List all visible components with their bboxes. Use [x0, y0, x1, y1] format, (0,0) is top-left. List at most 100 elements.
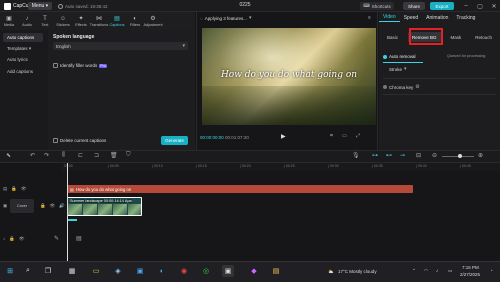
- split-right-icon[interactable]: ⊐: [94, 152, 99, 159]
- menu-button[interactable]: Menu ▾: [28, 2, 52, 10]
- generate-button[interactable]: Generate: [161, 136, 188, 145]
- project-title[interactable]: 0225: [225, 2, 265, 10]
- stroke-option[interactable]: Stroke ▾: [389, 66, 407, 72]
- search-icon[interactable]: ⌕: [22, 265, 34, 277]
- filler-words-checkbox[interactable]: Identify filler words Pro: [53, 63, 107, 68]
- tool-filters[interactable]: ◐ Filters: [126, 12, 144, 30]
- timeline-ruler[interactable]: 00:00 | 00:05 | 00:10 | 00:15 | 00:20 | …: [62, 163, 500, 171]
- nav-templates[interactable]: Templates ▾: [3, 44, 43, 53]
- tab-tracking[interactable]: Tracking: [452, 13, 479, 22]
- split-left-icon[interactable]: ⊏: [78, 152, 83, 159]
- crop-icon[interactable]: ⌗: [330, 133, 333, 139]
- eye-icon[interactable]: 👁: [19, 236, 25, 242]
- playhead[interactable]: [67, 163, 68, 261]
- chroma-key-option[interactable]: Chroma key ⚙: [383, 84, 420, 90]
- eye-icon[interactable]: 👁: [50, 203, 56, 209]
- clock-date[interactable]: 2/27/2025: [460, 272, 480, 277]
- share-button[interactable]: Share: [403, 2, 425, 10]
- tool-stickers[interactable]: ☺ Stickers: [54, 12, 72, 30]
- mic-icon[interactable]: 🎙: [352, 152, 360, 159]
- language-select[interactable]: English ▾: [53, 42, 188, 50]
- tool-text[interactable]: T Text: [36, 12, 54, 30]
- audio-waveform[interactable]: [67, 219, 77, 221]
- subtab-basic[interactable]: Basic: [383, 32, 402, 42]
- stroke-label: Stroke: [389, 66, 403, 72]
- tool-audio[interactable]: ♪ Audio: [18, 12, 36, 30]
- nav-add-captions[interactable]: Add captions: [3, 67, 43, 76]
- cover-button[interactable]: Cover: [10, 199, 34, 213]
- ratio-icon[interactable]: ▭: [342, 133, 347, 139]
- video-clip[interactable]: Summer landscape 00:00:14:14 Apa: [67, 197, 142, 216]
- widgets-icon[interactable]: ▦: [66, 265, 78, 277]
- lock-icon[interactable]: 🔒: [9, 236, 15, 242]
- caption-overlay[interactable]: How do you do what going on: [202, 70, 376, 80]
- split-icon[interactable]: ⫼: [62, 152, 65, 159]
- capcut-taskbar-icon[interactable]: ▣: [222, 265, 234, 277]
- chevron-down-icon[interactable]: ▾: [249, 15, 252, 21]
- nav-auto-lyrics[interactable]: Auto lyrics: [3, 55, 43, 64]
- weather-text[interactable]: 17°C Mostly cloudy: [338, 269, 377, 274]
- eye-icon[interactable]: 👁: [21, 186, 27, 192]
- lock-icon[interactable]: 🔒: [11, 186, 17, 192]
- ruler-tick: | 00:10: [152, 164, 163, 168]
- lock-icon[interactable]: 🔒: [40, 203, 46, 209]
- minimize-icon[interactable]: –: [460, 1, 472, 11]
- select-tool-icon[interactable]: ⬉: [6, 152, 11, 159]
- clock-time[interactable]: 7:15 PM: [462, 265, 479, 270]
- nav-auto-captions[interactable]: Auto captions: [3, 33, 43, 42]
- tab-speed[interactable]: Speed: [400, 13, 422, 22]
- fullscreen-icon[interactable]: ⤢: [356, 133, 360, 139]
- magnet-link-icon[interactable]: ⊶: [372, 152, 378, 159]
- subtab-mask[interactable]: Mask: [446, 32, 465, 42]
- edit-icon[interactable]: ✎: [54, 235, 59, 242]
- store-icon[interactable]: ▣: [134, 265, 146, 277]
- video-preview[interactable]: How do you do what going on: [202, 28, 376, 125]
- shield-icon[interactable]: ⛉: [126, 152, 131, 159]
- volume-icon[interactable]: 🔊: [59, 203, 65, 209]
- zoom-out-icon[interactable]: ⊖: [432, 152, 437, 159]
- zoom-slider-thumb[interactable]: [458, 154, 462, 158]
- tool-transitions[interactable]: ⋈ Transitions: [90, 12, 108, 30]
- shortcuts-button[interactable]: ⌨ Shortcuts: [360, 2, 394, 10]
- language-value: English: [56, 43, 71, 49]
- undo-icon[interactable]: ↶: [30, 152, 35, 159]
- tool-media[interactable]: ▣ Media: [0, 12, 18, 30]
- tool-effects[interactable]: ✦ Effects: [72, 12, 90, 30]
- total-time: 00:01:07:20: [225, 135, 249, 140]
- preview-axis-icon[interactable]: ⊟: [416, 152, 421, 159]
- tool-captions[interactable]: ▤ Captions: [108, 12, 126, 30]
- more-icon[interactable]: ≡: [368, 15, 371, 21]
- tab-video[interactable]: Video: [379, 13, 400, 22]
- teams-icon[interactable]: ◈: [112, 265, 124, 277]
- delete-icon[interactable]: 🗑: [110, 152, 118, 159]
- zoom-in-icon[interactable]: ⊕: [478, 152, 483, 159]
- chrome-icon[interactable]: ◉: [178, 265, 190, 277]
- tab-animation[interactable]: Animation: [422, 13, 452, 22]
- track-thumbnail-icon[interactable]: ▤: [76, 235, 82, 242]
- redo-icon[interactable]: ↷: [44, 152, 49, 159]
- whatsapp-icon[interactable]: ◎: [200, 265, 212, 277]
- maximize-icon[interactable]: ▢: [474, 1, 486, 11]
- notification-icon[interactable]: ◔: [490, 268, 493, 273]
- auto-removal-option[interactable]: Auto removal: [383, 54, 416, 59]
- close-icon[interactable]: ✕: [488, 1, 500, 11]
- folder-icon[interactable]: ▤: [270, 265, 282, 277]
- caption-clip[interactable]: ▤ How do you do what going on: [67, 185, 413, 193]
- export-button[interactable]: Export: [430, 2, 454, 10]
- tray-chevron-icon[interactable]: ⌃: [412, 268, 416, 274]
- snap-icon[interactable]: ⊷: [386, 152, 392, 159]
- app-icon[interactable]: ◆: [248, 265, 260, 277]
- subtab-retouch[interactable]: Retouch: [471, 32, 496, 42]
- wifi-icon[interactable]: ◠: [424, 268, 428, 274]
- file-explorer-icon[interactable]: ▭: [90, 265, 102, 277]
- edge-icon[interactable]: ◐: [156, 265, 168, 277]
- tool-adjustment[interactable]: ⚙ Adjustment: [144, 12, 163, 30]
- delete-captions-checkbox[interactable]: Delete current captions: [53, 138, 106, 143]
- transitions-icon: ⋈: [96, 15, 102, 22]
- windows-start-icon[interactable]: ⊞: [4, 265, 16, 277]
- play-button[interactable]: ▶: [281, 133, 286, 140]
- task-view-icon[interactable]: ❐: [42, 265, 54, 277]
- linkage-icon[interactable]: ⊸: [400, 152, 405, 159]
- volume-tray-icon[interactable]: ♪: [436, 268, 438, 273]
- battery-icon[interactable]: ▭: [448, 268, 452, 274]
